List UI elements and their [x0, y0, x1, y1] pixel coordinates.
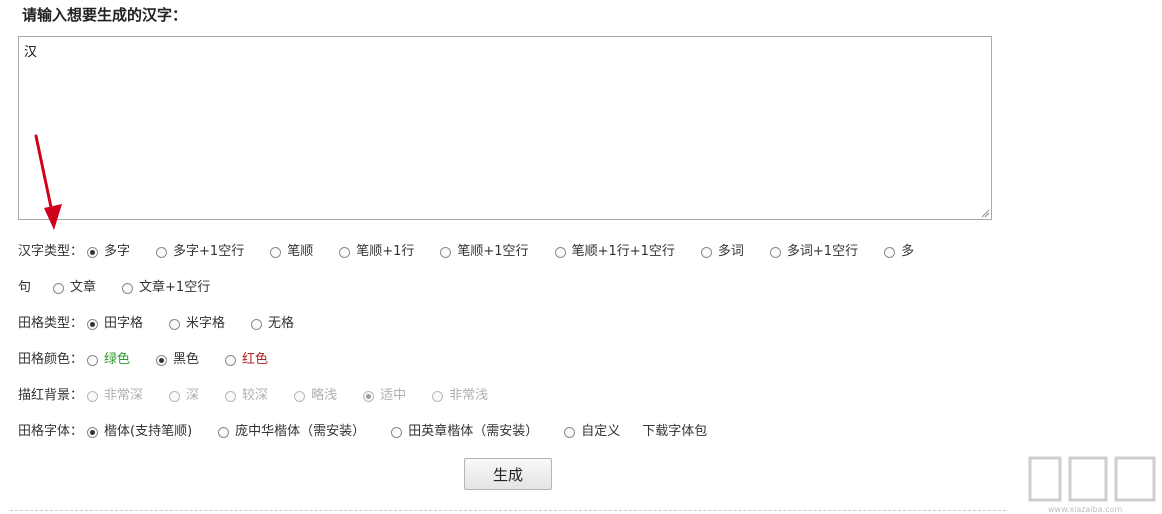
radio-icon[interactable] [225, 354, 237, 366]
hanzi-type-option-1[interactable]: 多字+1空行 [156, 243, 244, 261]
radio-icon[interactable] [294, 390, 306, 402]
grid-font-option-1[interactable]: 庞中华楷体（需安装） [218, 423, 365, 441]
radio-icon[interactable] [363, 390, 375, 402]
radio-icon[interactable] [169, 318, 181, 330]
hanzi-input[interactable]: 汉 [18, 36, 992, 220]
grid-type-option-1[interactable]: 米字格 [169, 315, 225, 333]
trace-bg-option-0[interactable]: 非常深 [87, 387, 143, 405]
radio-icon[interactable] [440, 246, 452, 258]
radio-icon[interactable] [156, 354, 168, 366]
grid-font-label: 田格字体： [18, 424, 84, 439]
trace-bg-option-3[interactable]: 略浅 [294, 387, 337, 405]
grid-type-label: 田格类型： [18, 316, 84, 331]
radio-icon[interactable] [169, 390, 181, 402]
radio-icon[interactable] [432, 390, 444, 402]
grid-color-option-green[interactable]: 绿色 [87, 351, 130, 369]
hanzi-type-option-4[interactable]: 笔顺+1空行 [440, 243, 529, 261]
radio-icon[interactable] [884, 246, 896, 258]
radio-icon[interactable] [156, 246, 168, 258]
watermark-logo: www.xiazaiba.com [1028, 456, 1156, 514]
grid-font-option-3[interactable]: 自定义 [564, 423, 620, 441]
svg-text:www.xiazaiba.com: www.xiazaiba.com [1048, 505, 1122, 514]
grid-type-option-0[interactable]: 田字格 [87, 315, 143, 333]
radio-icon[interactable] [270, 246, 282, 258]
download-font-link[interactable]: 下载字体包 [642, 423, 707, 441]
grid-font-option-2[interactable]: 田英章楷体（需安装） [391, 423, 538, 441]
hanzi-type-option-article[interactable]: 文章 [53, 279, 96, 297]
radio-icon[interactable] [339, 246, 351, 258]
trace-bg-option-1[interactable]: 深 [169, 387, 199, 405]
page-heading: 请输入想要生成的汉字： [22, 6, 188, 24]
radio-icon[interactable] [87, 354, 99, 366]
hanzi-type-row-continued: 句 文章 文章+1空行 [18, 279, 236, 297]
hanzi-type-option-article-blank[interactable]: 文章+1空行 [122, 279, 210, 297]
grid-type-row: 田格类型： 田字格 米字格 无格 [18, 315, 320, 333]
grid-color-label: 田格颜色： [18, 352, 84, 367]
trace-bg-label: 描红背景： [18, 388, 84, 403]
hanzi-type-option-3[interactable]: 笔顺+1行 [339, 243, 414, 261]
hanzi-type-option-2[interactable]: 笔顺 [270, 243, 313, 261]
radio-icon[interactable] [87, 318, 99, 330]
hanzi-type-wrap-text: 句 [18, 280, 32, 295]
hanzi-type-option-5[interactable]: 笔顺+1行+1空行 [554, 243, 675, 261]
grid-color-option-red[interactable]: 红色 [225, 351, 268, 369]
radio-icon[interactable] [769, 246, 781, 258]
grid-type-option-2[interactable]: 无格 [251, 315, 294, 333]
hanzi-type-label: 汉字类型： [18, 244, 84, 259]
divider [10, 510, 1006, 511]
grid-font-option-0[interactable]: 楷体(支持笔顺) [87, 423, 192, 441]
hanzi-type-option-6[interactable]: 多词 [700, 243, 744, 261]
radio-icon[interactable] [87, 426, 99, 438]
radio-icon[interactable] [218, 426, 230, 438]
red-arrow-icon [34, 134, 62, 230]
radio-icon[interactable] [391, 426, 403, 438]
radio-icon[interactable] [122, 282, 134, 294]
hanzi-type-row: 汉字类型： 多字 多字+1空行 笔顺 笔顺+1行 笔顺+1空行 笔顺+1行+1空… [18, 243, 914, 261]
radio-icon[interactable] [53, 282, 65, 294]
grid-color-option-black[interactable]: 黑色 [156, 351, 199, 369]
grid-color-row: 田格颜色： 绿色 黑色 红色 [18, 351, 294, 369]
radio-icon[interactable] [251, 318, 263, 330]
trace-bg-option-5[interactable]: 非常浅 [432, 387, 488, 405]
radio-icon[interactable] [87, 390, 99, 402]
hanzi-type-option-0[interactable]: 多字 [87, 243, 130, 261]
trace-bg-option-4[interactable]: 适中 [363, 387, 406, 405]
generate-button[interactable]: 生成 [464, 458, 552, 490]
hanzi-type-option-8[interactable]: 多 [884, 243, 914, 261]
radio-icon[interactable] [225, 390, 237, 402]
grid-font-row: 田格字体： 楷体(支持笔顺) 庞中华楷体（需安装） 田英章楷体（需安装） 自定义… [18, 423, 707, 441]
trace-bg-option-2[interactable]: 较深 [225, 387, 268, 405]
radio-icon[interactable] [564, 426, 576, 438]
radio-icon[interactable] [87, 246, 99, 258]
radio-icon[interactable] [700, 246, 712, 258]
radio-icon[interactable] [554, 246, 566, 258]
trace-bg-row: 描红背景： 非常深 深 较深 略浅 适中 非常浅 [18, 387, 514, 405]
hanzi-type-option-7[interactable]: 多词+1空行 [769, 243, 858, 261]
resize-handle-icon[interactable] [980, 208, 990, 218]
